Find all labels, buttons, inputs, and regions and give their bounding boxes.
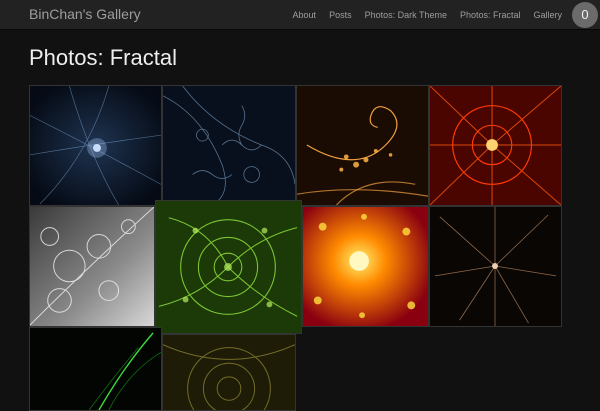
fractal-image	[430, 207, 561, 326]
nav-link-about[interactable]: About	[293, 0, 317, 30]
fractal-image	[163, 335, 295, 410]
nav-link-gallery[interactable]: Gallery	[533, 0, 562, 30]
gallery-tile-7[interactable]	[302, 206, 429, 327]
fractal-image	[430, 86, 561, 205]
notification-badge[interactable]: 0	[572, 2, 598, 28]
nav-link-photos-fractal[interactable]: Photos: Fractal	[460, 0, 521, 30]
fractal-image	[163, 86, 295, 205]
gallery-tile-1[interactable]	[29, 85, 162, 206]
gallery-tile-8[interactable]	[429, 206, 562, 327]
brand-link[interactable]: BinChan's Gallery	[29, 6, 141, 22]
nav-link-photos-dark-theme[interactable]: Photos: Dark Theme	[365, 0, 447, 30]
nav-link-posts[interactable]: Posts	[329, 0, 352, 30]
gallery-tile-4[interactable]	[429, 85, 562, 206]
navbar: BinChan's Gallery About Posts Photos: Da…	[0, 0, 600, 30]
fractal-image	[297, 86, 428, 205]
gallery-tile-6[interactable]	[155, 200, 302, 334]
fractal-image	[30, 207, 154, 326]
gallery-tile-10[interactable]	[162, 334, 296, 411]
fractal-image	[30, 328, 161, 410]
gallery-tile-2[interactable]	[162, 85, 296, 206]
gallery-tile-3[interactable]	[296, 85, 429, 206]
fractal-image	[303, 207, 428, 326]
gallery-tile-5[interactable]	[29, 206, 155, 327]
fractal-image	[30, 86, 161, 205]
page-title: Photos: Fractal	[29, 45, 177, 70]
gallery-tile-9[interactable]	[29, 327, 162, 411]
nav-menu: About Posts Photos: Dark Theme Photos: F…	[293, 0, 562, 30]
fractal-image	[156, 201, 301, 333]
